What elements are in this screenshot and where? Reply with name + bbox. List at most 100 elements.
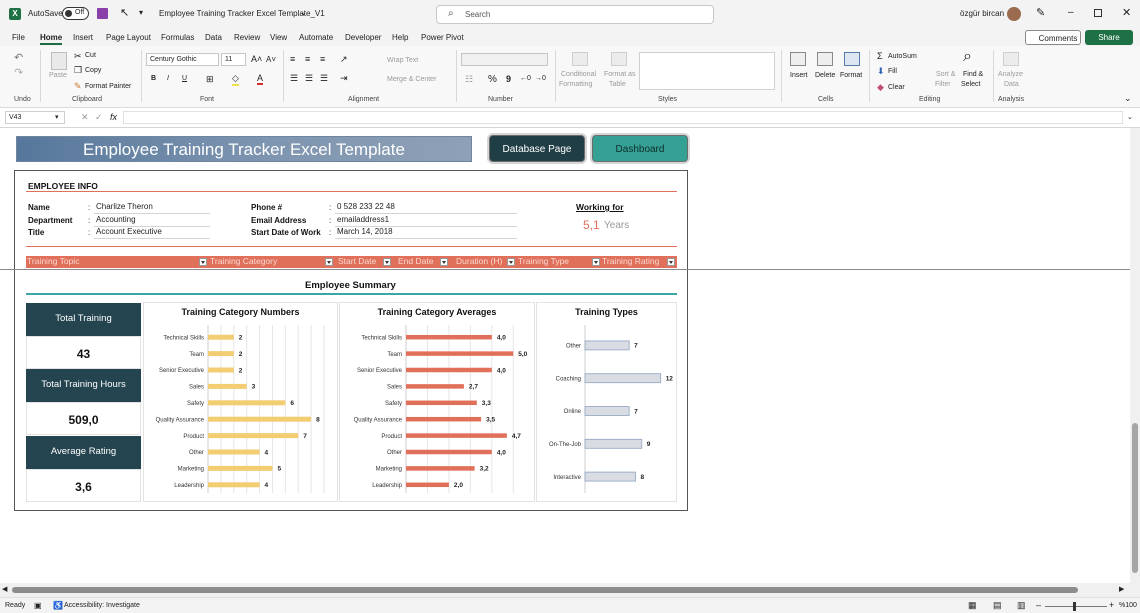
autosave-toggle[interactable]: Off [62, 7, 89, 20]
tab-view[interactable]: View [270, 33, 287, 42]
redo-icon[interactable]: ↷ [14, 66, 23, 79]
name-value[interactable]: Charlize Theron [96, 202, 153, 211]
insert-cells-icon[interactable] [790, 52, 806, 66]
font-size-select[interactable]: 11 [221, 53, 246, 66]
tab-power-pivot[interactable]: Power Pivot [421, 33, 464, 42]
conditional-formatting-label-2[interactable]: Formatting [559, 81, 592, 88]
format-cells-label[interactable]: Format [840, 72, 862, 79]
find-select-label-2[interactable]: Select [961, 81, 980, 88]
tab-help[interactable]: Help [392, 33, 408, 42]
percent-button[interactable]: % [488, 74, 497, 85]
phone-value[interactable]: 0 528 233 22 48 [337, 202, 395, 211]
zoom-slider[interactable] [1045, 602, 1107, 611]
tab-formulas[interactable]: Formulas [161, 33, 194, 42]
autosum-icon[interactable]: Σ [877, 51, 883, 61]
paste-label[interactable]: Paste [49, 72, 67, 79]
clear-label[interactable]: Clear [888, 84, 905, 91]
font-color-icon[interactable]: A [257, 73, 264, 85]
fill-icon[interactable]: ⬇ [877, 66, 885, 77]
align-center-icon[interactable]: ☰ [305, 73, 313, 84]
format-as-table-label-1[interactable]: Format as [604, 71, 636, 78]
department-value[interactable]: Accounting [96, 215, 136, 224]
scroll-left-icon[interactable]: ◀ [2, 585, 7, 593]
fill-color-icon[interactable]: ◇ [232, 73, 239, 86]
database-page-button[interactable]: Database Page [489, 135, 585, 162]
indent-icon[interactable]: ⇥ [340, 73, 348, 84]
expand-formula-icon[interactable]: ⌄ [1127, 113, 1133, 121]
comma-button[interactable]: 9 [506, 74, 511, 84]
zoom-level[interactable]: %100 [1119, 602, 1137, 609]
close-icon[interactable]: ✕ [1122, 6, 1131, 19]
filter-dropdown-icon[interactable] [667, 258, 675, 266]
tab-home[interactable]: Home [40, 33, 63, 45]
tab-page-layout[interactable]: Page Layout [106, 33, 151, 42]
minimize-icon[interactable]: – [1068, 7, 1074, 18]
cut-icon[interactable]: ✂ [74, 51, 82, 62]
copy-icon[interactable]: ❐ [74, 65, 82, 76]
increase-font-icon[interactable]: A˄ [251, 54, 262, 64]
cancel-formula-icon[interactable]: ✕ [81, 112, 89, 123]
format-as-table-label-2[interactable]: Table [609, 81, 626, 88]
horizontal-scroll-thumb[interactable] [12, 587, 1078, 593]
decrease-decimal-icon[interactable]: →0 [535, 75, 546, 82]
scroll-right-icon[interactable]: ▶ [1119, 585, 1124, 593]
find-select-icon[interactable]: ⌕ [963, 48, 972, 66]
font-family-select[interactable]: Century Gothic [146, 53, 219, 66]
accessibility-icon[interactable]: ♿ [53, 601, 63, 610]
copy-label[interactable]: Copy [85, 67, 101, 74]
tab-developer[interactable]: Developer [345, 33, 381, 42]
undo-icon[interactable]: ↶ [14, 51, 23, 64]
delete-cells-label[interactable]: Delete [815, 72, 835, 79]
filter-dropdown-icon[interactable] [199, 258, 207, 266]
borders-icon[interactable]: ⊞ [206, 74, 214, 85]
filter-dropdown-icon[interactable] [325, 258, 333, 266]
tab-insert[interactable]: Insert [73, 33, 93, 42]
align-middle-icon[interactable]: ≡ [305, 54, 310, 64]
format-cells-icon[interactable] [844, 52, 860, 66]
page-break-view-icon[interactable]: ▥ [1017, 600, 1026, 611]
tab-automate[interactable]: Automate [299, 33, 333, 42]
increase-decimal-icon[interactable]: ←0 [520, 75, 531, 82]
underline-button[interactable]: U [182, 75, 187, 82]
tab-file[interactable]: File [12, 33, 25, 42]
find-select-label-1[interactable]: Find & [963, 71, 983, 78]
decrease-font-icon[interactable]: A˅ [266, 55, 276, 64]
vertical-scrollbar[interactable] [1130, 128, 1140, 583]
formula-input[interactable] [123, 111, 1123, 124]
avatar[interactable] [1007, 7, 1021, 21]
sort-filter-label-1[interactable]: Sort & [936, 71, 955, 78]
filter-dropdown-icon[interactable] [507, 258, 515, 266]
normal-view-icon[interactable]: ▦ [968, 600, 977, 611]
confirm-formula-icon[interactable]: ✓ [95, 112, 103, 123]
horizontal-scrollbar[interactable]: ◀ ▶ [0, 583, 1140, 597]
collapse-ribbon-icon[interactable]: ⌄ [1124, 93, 1132, 104]
filter-dropdown-icon[interactable] [440, 258, 448, 266]
format-painter-icon[interactable]: ✎ [74, 81, 82, 92]
autosum-label[interactable]: AutoSum [888, 53, 917, 60]
format-painter-label[interactable]: Format Painter [85, 83, 131, 90]
orientation-icon[interactable]: ↗ [340, 54, 348, 65]
share-button[interactable]: Share [1085, 30, 1133, 45]
restore-icon[interactable] [1094, 9, 1102, 17]
dashboard-button[interactable]: Dashboard [592, 135, 688, 162]
fill-label[interactable]: Fill [888, 68, 897, 75]
vertical-scroll-thumb[interactable] [1132, 423, 1138, 573]
merge-center-button[interactable]: Merge & Center [387, 76, 436, 83]
wrap-text-button[interactable]: Wrap Text [387, 57, 418, 64]
accounting-icon[interactable]: ☷ [465, 74, 473, 85]
macro-record-icon[interactable]: ▣ [34, 601, 42, 610]
zoom-in-icon[interactable]: + [1109, 600, 1114, 610]
pointer-mode-icon[interactable]: ↖ [120, 6, 129, 19]
document-title-chevron-icon[interactable]: ⌄ [300, 8, 307, 17]
comments-button[interactable]: Comments [1025, 30, 1081, 45]
customize-toolbar-icon[interactable]: ▾ [139, 8, 143, 17]
search-box[interactable]: ⌕ Search [436, 5, 714, 24]
insert-cells-label[interactable]: Insert [790, 72, 808, 79]
align-left-icon[interactable]: ☰ [290, 73, 298, 84]
cut-label[interactable]: Cut [85, 52, 96, 59]
align-right-icon[interactable]: ☰ [320, 73, 328, 84]
filter-dropdown-icon[interactable] [592, 258, 600, 266]
title-value[interactable]: Account Executive [96, 227, 162, 236]
analyze-data-icon[interactable] [1003, 52, 1019, 66]
clear-icon[interactable]: ◆ [877, 82, 884, 93]
